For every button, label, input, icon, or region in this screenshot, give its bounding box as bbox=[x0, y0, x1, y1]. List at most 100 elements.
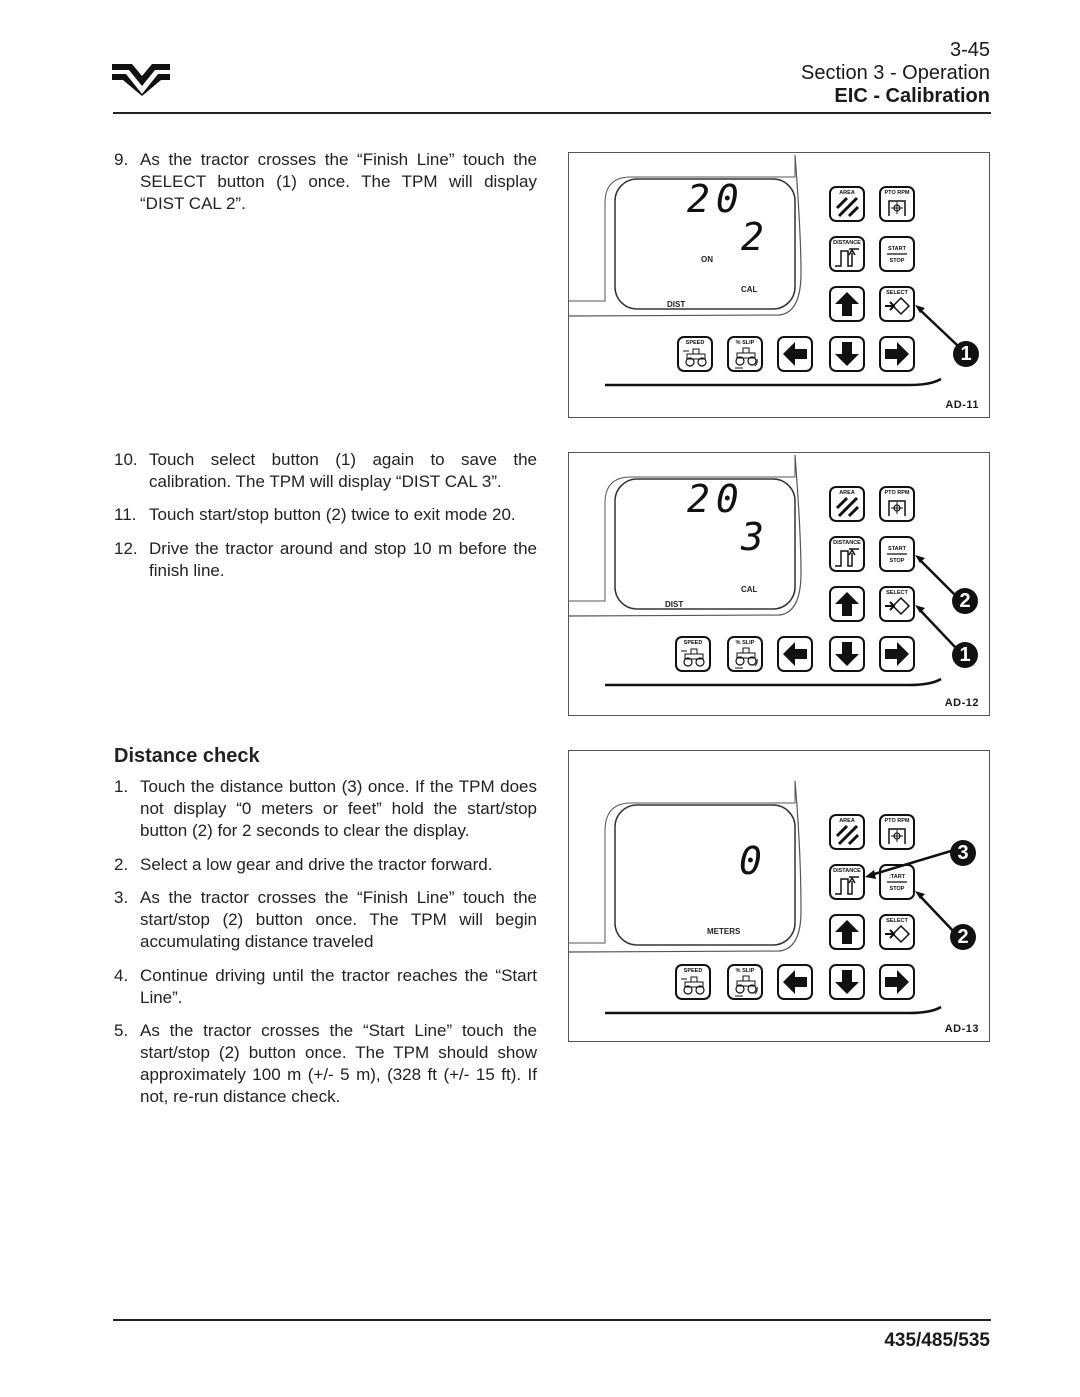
tractor-slip-icon bbox=[735, 647, 758, 669]
callout-2: 2 bbox=[952, 588, 978, 614]
area-key[interactable]: AREA bbox=[829, 186, 865, 222]
check-step-1: 1. Touch the distance button (3) once. I… bbox=[114, 776, 537, 842]
tractor-icon bbox=[683, 348, 707, 367]
left-arrow-key[interactable] bbox=[777, 636, 813, 672]
step-11: 11. Touch start/stop button (2) twice to… bbox=[114, 504, 537, 526]
select-key[interactable]: SELECT bbox=[879, 914, 915, 950]
arrow-left-icon bbox=[783, 970, 807, 994]
pto-gear-icon bbox=[888, 828, 906, 844]
hatch-icon bbox=[835, 496, 860, 518]
figure-ad-11: 20 2 ON CAL DIST AREA PTO RPM DISTANCE S… bbox=[568, 152, 990, 418]
area-key[interactable]: AREA bbox=[829, 814, 865, 850]
section-title: Section 3 - Operation bbox=[801, 62, 990, 84]
arrow-down-icon bbox=[835, 970, 859, 994]
check-step-3: 3. As the tractor crosses the “Finish Li… bbox=[114, 887, 537, 953]
lcd-value-readout: 0 bbox=[739, 839, 768, 883]
step-text: Touch start/stop button (2) twice to exi… bbox=[149, 505, 516, 524]
lcd-value-readout: 2 bbox=[741, 215, 770, 259]
step-10: 10. Touch select button (1) again to sav… bbox=[114, 449, 537, 493]
step-number: 11. bbox=[114, 505, 137, 524]
tractor-icon bbox=[681, 648, 705, 667]
model-number: 435/485/535 bbox=[884, 1330, 990, 1351]
divider-line bbox=[887, 553, 907, 555]
lcd-on-indicator: ON bbox=[701, 255, 713, 264]
tractor-slip-icon bbox=[735, 975, 758, 997]
divider-line bbox=[887, 253, 907, 255]
lcd-cal-indicator: CAL bbox=[741, 285, 758, 294]
callout-3: 3 bbox=[950, 840, 976, 866]
step-number: 2. bbox=[114, 855, 129, 874]
section-heading: Distance check bbox=[114, 745, 260, 767]
right-arrow-key[interactable] bbox=[879, 636, 915, 672]
arrow-left-icon bbox=[783, 342, 807, 366]
right-arrow-key[interactable] bbox=[879, 964, 915, 1000]
check-step-2: 2. Select a low gear and drive the tract… bbox=[114, 854, 537, 876]
step-text: Touch select button (1) again to save th… bbox=[149, 450, 537, 491]
step-text: Drive the tractor around and stop 10 m b… bbox=[149, 539, 537, 580]
callout-2: 2 bbox=[950, 924, 976, 950]
footer-divider bbox=[113, 1319, 991, 1321]
down-arrow-key[interactable] bbox=[829, 636, 865, 672]
speed-key[interactable]: SPEED bbox=[675, 636, 711, 672]
right-arrow-key[interactable] bbox=[879, 336, 915, 372]
distance-icon bbox=[835, 248, 859, 267]
tractor-slip-icon bbox=[735, 347, 758, 369]
check-step-5: 5. As the tractor crosses the “Start Lin… bbox=[114, 1020, 537, 1108]
up-arrow-key[interactable] bbox=[829, 286, 865, 322]
step-text: As the tractor crosses the “Finish Line”… bbox=[140, 150, 537, 213]
figure-ad-12: 20 3 CAL DIST AREA PTO RPM DISTANCE STAR… bbox=[568, 452, 990, 716]
lcd-cal-indicator: CAL bbox=[741, 585, 758, 594]
figure-label: AD-12 bbox=[944, 697, 979, 709]
pto-rpm-key[interactable]: PTO RPM bbox=[879, 186, 915, 222]
distance-key[interactable]: DISTANCE bbox=[829, 864, 865, 900]
start-stop-key[interactable]: :TART STOP bbox=[879, 864, 915, 900]
area-key[interactable]: AREA bbox=[829, 486, 865, 522]
select-diamond-icon bbox=[885, 596, 911, 616]
up-arrow-key[interactable] bbox=[829, 586, 865, 622]
arrow-up-icon bbox=[835, 292, 859, 316]
tractor-icon bbox=[681, 976, 705, 995]
step-text: As the tractor crosses the “Finish Line”… bbox=[140, 888, 537, 951]
callout-1: 1 bbox=[952, 642, 978, 668]
down-arrow-key[interactable] bbox=[829, 964, 865, 1000]
lcd-mode-readout: 20 bbox=[687, 477, 745, 521]
step-number: 3. bbox=[114, 888, 129, 907]
pto-rpm-key[interactable]: PTO RPM bbox=[879, 814, 915, 850]
speed-key[interactable]: SPEED bbox=[677, 336, 713, 372]
figure-label: AD-13 bbox=[944, 1023, 979, 1035]
select-key[interactable]: SELECT bbox=[879, 586, 915, 622]
figure-label: AD-11 bbox=[945, 399, 979, 411]
start-stop-key[interactable]: START STOP bbox=[879, 536, 915, 572]
step-number: 4. bbox=[114, 966, 129, 985]
slip-key[interactable]: % SLIP bbox=[727, 636, 763, 672]
left-arrow-key[interactable] bbox=[777, 336, 813, 372]
hatch-icon bbox=[835, 196, 860, 218]
distance-key[interactable]: DISTANCE bbox=[829, 236, 865, 272]
panel-outline bbox=[569, 154, 942, 387]
distance-key[interactable]: DISTANCE bbox=[829, 536, 865, 572]
start-stop-key[interactable]: START STOP bbox=[879, 236, 915, 272]
slip-key[interactable]: % SLIP bbox=[727, 336, 763, 372]
down-arrow-key[interactable] bbox=[829, 336, 865, 372]
page-title: EIC - Calibration bbox=[834, 85, 990, 107]
lcd-meters-indicator: METERS bbox=[707, 927, 741, 936]
select-diamond-icon bbox=[885, 296, 911, 316]
pto-gear-icon bbox=[888, 200, 906, 216]
pto-rpm-key[interactable]: PTO RPM bbox=[879, 486, 915, 522]
speed-key[interactable]: SPEED bbox=[675, 964, 711, 1000]
check-step-4: 4. Continue driving until the tractor re… bbox=[114, 965, 537, 1009]
step-text: Touch the distance button (3) once. If t… bbox=[140, 777, 537, 840]
step-text: Select a low gear and drive the tractor … bbox=[140, 855, 493, 874]
page-number: 3-45 bbox=[949, 39, 990, 61]
up-arrow-key[interactable] bbox=[829, 914, 865, 950]
arrow-right-icon bbox=[885, 642, 909, 666]
pto-gear-icon bbox=[888, 500, 906, 516]
slip-key[interactable]: % SLIP bbox=[727, 964, 763, 1000]
step-12: 12. Drive the tractor around and stop 10… bbox=[114, 538, 537, 582]
header-divider bbox=[113, 112, 991, 114]
arrow-down-icon bbox=[835, 342, 859, 366]
step-text: Continue driving until the tractor reach… bbox=[140, 966, 537, 1007]
left-arrow-key[interactable] bbox=[777, 964, 813, 1000]
select-key[interactable]: SELECT bbox=[879, 286, 915, 322]
hatch-icon bbox=[835, 824, 860, 846]
